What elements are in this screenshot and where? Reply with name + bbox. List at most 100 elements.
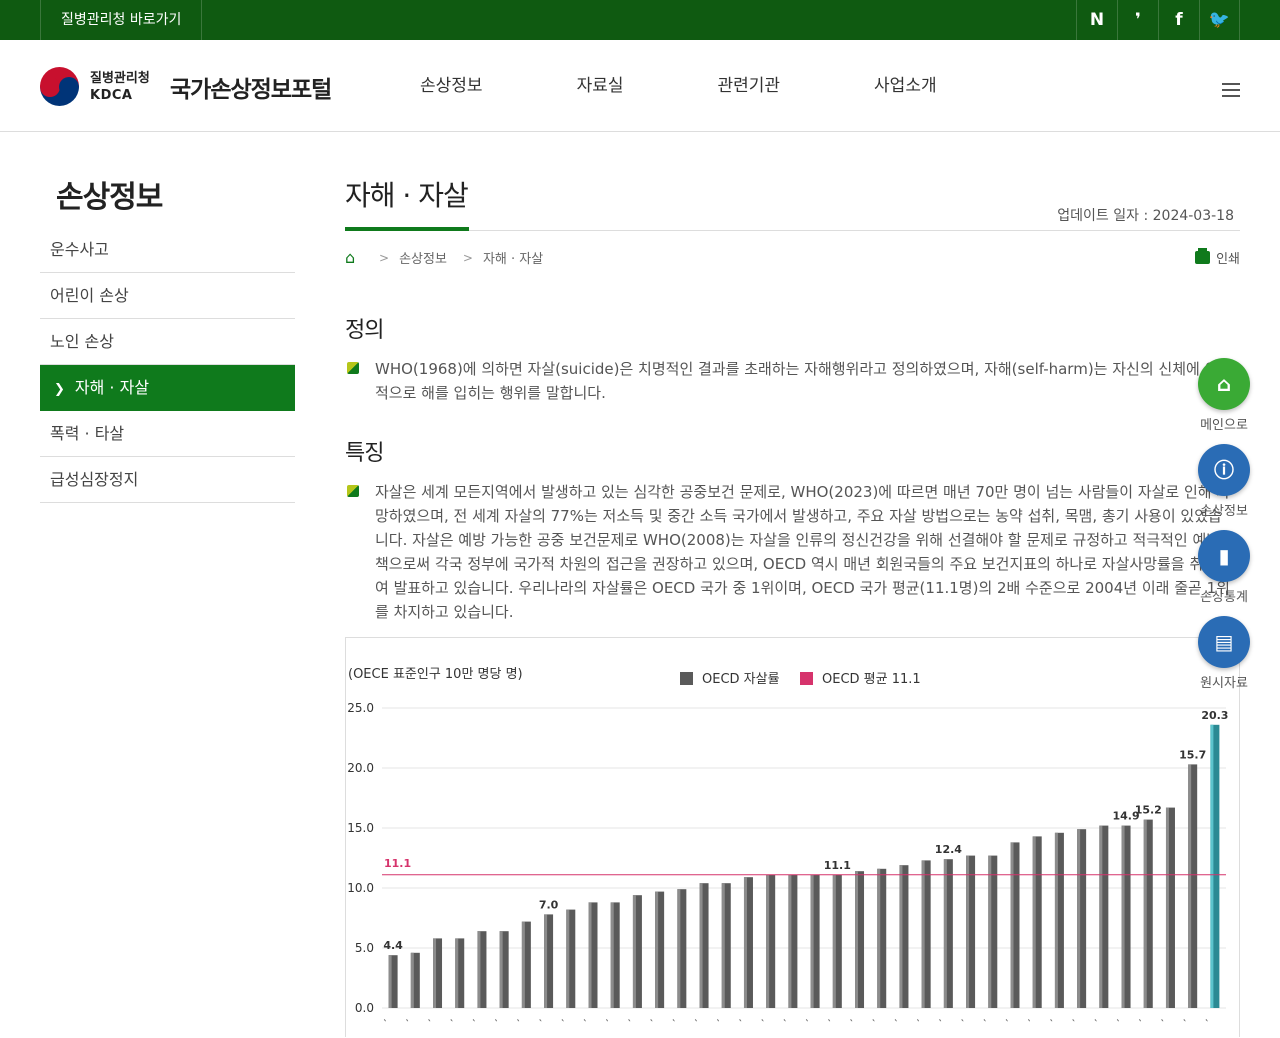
bar-highlight (677, 889, 681, 1008)
x-tick-label: ’ (716, 1018, 727, 1026)
bar-highlight (988, 855, 992, 1008)
x-tick-label: ’ (827, 1018, 838, 1026)
legend-swatch-suicide-rate (680, 672, 693, 685)
gnb-business[interactable]: 사업소개 (834, 40, 977, 132)
x-tick-label: ’ (1138, 1018, 1149, 1026)
chart-canvas: (OECE 표준인구 10만 명당 명) OECD 자살률 OECD 평균 11.1… (347, 667, 1228, 1026)
x-tick-label: ’ (938, 1018, 949, 1026)
kdca-logo-icon[interactable] (40, 67, 79, 106)
bar-highlight (966, 855, 970, 1008)
legend-swatch-average (800, 672, 813, 685)
print-label: 인쇄 (1216, 252, 1240, 267)
y-tick-label: 0.0 (355, 1001, 374, 1015)
alert-icon: ⓘ (1198, 444, 1250, 496)
lnb-item-traffic[interactable]: 운수사고 (40, 227, 295, 273)
bar-highlight (544, 914, 548, 1008)
lnb-item-label: 폭력 · 타살 (50, 424, 125, 443)
data-label: 15.7 (1179, 748, 1206, 761)
definition-heading: 정의 (345, 318, 384, 343)
x-tick-label: ’ (1160, 1018, 1171, 1026)
title-divider (345, 230, 1240, 231)
x-tick-label: ’ (871, 1018, 882, 1026)
bar-highlight (1010, 842, 1014, 1008)
bullet-icon (347, 362, 359, 374)
print-button[interactable]: 인쇄 (1195, 248, 1240, 267)
x-tick-label: ’ (1027, 1018, 1038, 1026)
bar-highlight (743, 877, 747, 1008)
quick-injury-stats[interactable]: ▮ 손상통계 (1196, 530, 1252, 605)
bar-highlight (788, 874, 792, 1008)
breadcrumb-item[interactable]: 손상정보 (399, 248, 447, 267)
x-tick-label: ’ (960, 1018, 971, 1026)
y-tick-label: 20.0 (347, 761, 374, 775)
breadcrumb-item[interactable]: 자해 · 자살 (483, 248, 543, 267)
x-tick-label: ’ (405, 1018, 416, 1026)
lnb-item-violence[interactable]: 폭력 · 타살 (40, 411, 295, 457)
twitter-icon[interactable]: 🐦 (1199, 0, 1240, 40)
x-tick-label: ’ (1004, 1018, 1015, 1026)
x-tick-label: ’ (805, 1018, 816, 1026)
lnb-item-cardiac[interactable]: 급성심장정지 (40, 457, 295, 503)
lnb-item-elderly[interactable]: 노인 손상 (40, 319, 295, 365)
gnb-injury-info[interactable]: 손상정보 (380, 40, 523, 132)
x-tick-label: ’ (849, 1018, 860, 1026)
bar-highlight (388, 955, 392, 1008)
lnb-item-label: 운수사고 (50, 240, 109, 259)
naver-blog-icon[interactable]: N (1076, 0, 1117, 40)
quick-injury-info[interactable]: ⓘ 손상정보 (1196, 444, 1252, 519)
lnb-item-label: 어린이 손상 (50, 286, 129, 305)
gnb-library[interactable]: 자료실 (537, 40, 664, 132)
suicide-rate-chart: (OECE 표준인구 10만 명당 명) OECD 자살률 OECD 평균 11.1… (345, 637, 1240, 1037)
breadcrumb: ⌂ > 손상정보 > 자해 · 자살 (345, 248, 543, 267)
bar-highlight (1032, 836, 1036, 1008)
bar-highlight (1188, 764, 1192, 1008)
x-tick-label: ’ (982, 1018, 993, 1026)
kdca-shortcut-link[interactable]: 질병관리청 바로가기 (40, 0, 203, 40)
bar-highlight (477, 931, 481, 1008)
x-tick-label: ’ (893, 1018, 904, 1026)
gnb-related-orgs[interactable]: 관련기관 (677, 40, 820, 132)
kdca-logo-text[interactable]: 질병관리청 KDCA (90, 70, 150, 104)
left-sidebar-nav: 운수사고 어린이 손상 노인 손상 ❯ 자해 · 자살 폭력 · 타살 급성심장정… (40, 227, 295, 503)
y-axis-label: (OECE 표준인구 10만 명당 명) (348, 667, 523, 682)
bar-highlight (410, 952, 414, 1008)
x-tick-label: ’ (671, 1018, 682, 1026)
bar-highlight (588, 902, 592, 1008)
printer-icon (1195, 248, 1211, 264)
bar-highlight (877, 868, 881, 1008)
x-tick-label: ’ (627, 1018, 638, 1026)
quick-raw-data[interactable]: ▤ 원시자료 (1196, 616, 1252, 691)
bar-highlight (1143, 819, 1147, 1008)
data-label: 15.2 (1135, 804, 1162, 817)
home-icon[interactable]: ⌂ (345, 249, 363, 266)
y-tick-label: 15.0 (347, 821, 374, 835)
portal-title-link[interactable]: 국가손상정보포털 (170, 70, 332, 104)
lnb-item-label: 급성심장정지 (50, 470, 139, 489)
lnb-item-label: 노인 손상 (50, 332, 114, 351)
bar-highlight (499, 931, 503, 1008)
bar-highlight (1099, 825, 1103, 1008)
x-tick-label: ’ (649, 1018, 660, 1026)
breadcrumb-separator-icon: > (462, 250, 473, 265)
quick-main[interactable]: ⌂ 메인으로 (1196, 358, 1252, 433)
bar-highlight (899, 865, 903, 1008)
facebook-icon[interactable]: f (1158, 0, 1199, 40)
lnb-item-selfharm[interactable]: ❯ 자해 · 자살 (40, 365, 295, 411)
bar-highlight (433, 938, 437, 1008)
legend-label-average: OECD 평균 11.1 (822, 672, 921, 687)
bar-highlight (1165, 807, 1169, 1008)
bar-highlight (943, 859, 947, 1008)
document-icon: ▤ (1198, 616, 1250, 668)
bar-highlight (921, 860, 925, 1008)
sns-links: N ❜ f 🐦 (1076, 0, 1240, 40)
lnb-title: 손상정보 (56, 180, 163, 215)
update-date: 업데이트 일자 : 2024-03-18 (1057, 208, 1234, 224)
kakao-icon[interactable]: ❜ (1117, 0, 1158, 40)
bar-highlight (810, 874, 814, 1008)
hamburger-menu-icon[interactable] (1222, 83, 1240, 97)
bar-highlight (1054, 832, 1058, 1008)
x-tick-label: ’ (471, 1018, 482, 1026)
definition-text: WHO(1968)에 의하면 자살(suicide)은 치명적인 결과를 초래하… (375, 360, 1233, 402)
top-utility-bar: 질병관리청 바로가기 N ❜ f 🐦 (0, 0, 1280, 40)
lnb-item-child[interactable]: 어린이 손상 (40, 273, 295, 319)
